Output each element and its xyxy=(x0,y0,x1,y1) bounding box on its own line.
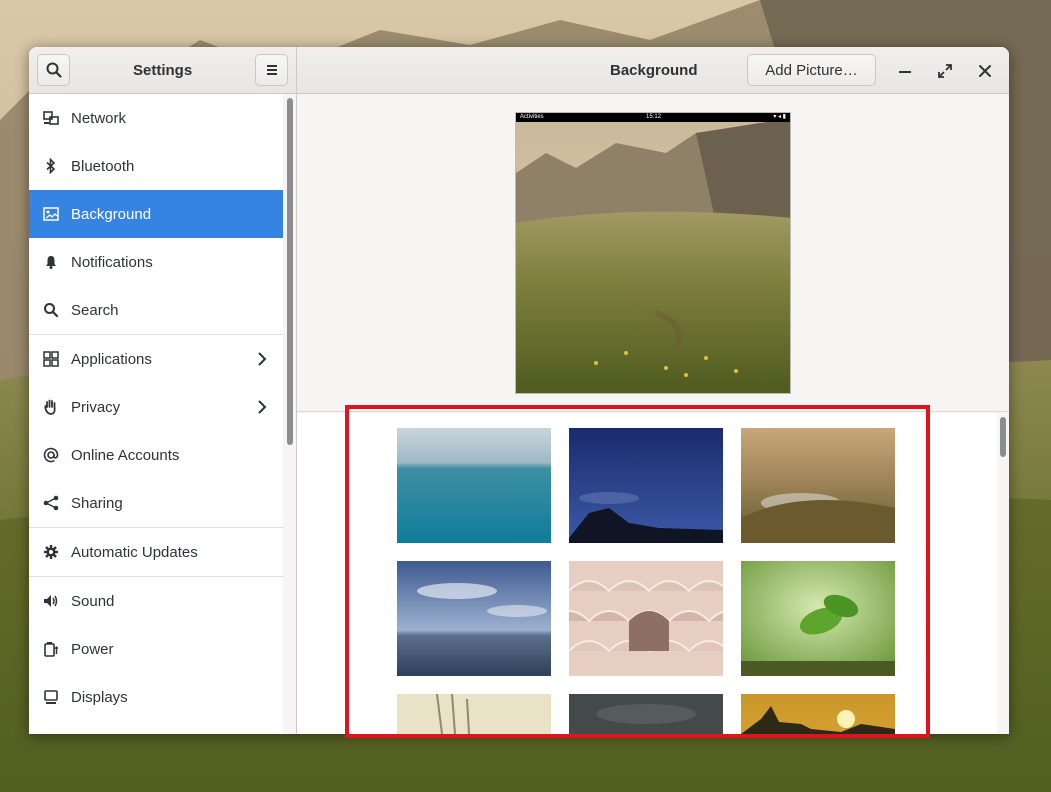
wallpaper-thumbnail[interactable] xyxy=(741,561,895,676)
preview-clock: 15:12 xyxy=(646,114,662,120)
sidebar-title: Settings xyxy=(133,62,193,79)
sidebar-item-sound[interactable]: Sound xyxy=(29,577,283,625)
menu-button[interactable] xyxy=(255,54,288,86)
sidebar-item-label: Privacy xyxy=(71,398,121,416)
sidebar-item-label: Online Accounts xyxy=(71,446,180,464)
sidebar-item-label: Sound xyxy=(71,592,115,610)
sidebar-item-label: Network xyxy=(71,109,127,127)
sidebar-item-label: Search xyxy=(71,301,119,319)
sidebar-item-label: Sharing xyxy=(71,494,123,512)
page-title: Background xyxy=(610,62,698,79)
speaker-icon xyxy=(43,593,59,609)
current-background-preview: Activities 15:12 ▾ ◂ ▮ xyxy=(515,112,791,394)
add-picture-button[interactable]: Add Picture… xyxy=(747,54,876,86)
sidebar-item-automatic-updates[interactable]: Automatic Updates xyxy=(29,528,283,576)
at-icon xyxy=(43,447,59,463)
gear-icon xyxy=(43,544,59,560)
sidebar-item-label: Notifications xyxy=(71,253,153,271)
bluetooth-icon xyxy=(43,158,59,174)
sidebar-item-sharing[interactable]: Sharing xyxy=(29,479,283,527)
wallpaper-thumbnail[interactable] xyxy=(741,694,895,734)
preview-area: Activities 15:12 ▾ ◂ ▮ xyxy=(297,94,1009,412)
sidebar-item-background[interactable]: Background xyxy=(29,190,283,238)
sidebar-item-label: Background xyxy=(71,205,152,223)
sidebar-item-notifications[interactable]: Notifications xyxy=(29,238,283,286)
chevron-right-icon xyxy=(258,400,267,414)
background-icon xyxy=(43,206,59,222)
search-icon xyxy=(43,302,59,318)
wallpaper-thumbnail[interactable] xyxy=(397,694,551,734)
maximize-icon xyxy=(938,64,952,78)
sidebar-item-label: Applications xyxy=(71,350,152,368)
sidebar-item-displays[interactable]: Displays xyxy=(29,673,283,721)
header-divider xyxy=(296,47,297,94)
sidebar-item-search[interactable]: Search xyxy=(29,286,283,334)
preview-activities-label: Activities xyxy=(520,114,544,120)
minimize-icon xyxy=(899,71,911,73)
sidebar-scrollbar-thumb[interactable] xyxy=(287,98,293,445)
hand-icon xyxy=(43,399,59,415)
wallpaper-thumbnail[interactable] xyxy=(397,561,551,676)
share-icon xyxy=(43,495,59,511)
sidebar-item-label: Bluetooth xyxy=(71,157,135,175)
sidebar-scrollbar[interactable] xyxy=(283,94,297,734)
wallpaper-thumbnail[interactable] xyxy=(569,428,723,543)
chevron-right-icon xyxy=(258,352,267,366)
sidebar: Network Bluetooth Background Notificatio… xyxy=(29,94,283,734)
header-bar: Settings Background Add Picture… xyxy=(29,47,1009,94)
gallery-scrollbar-thumb[interactable] xyxy=(1000,417,1006,457)
sidebar-item-power[interactable]: Power xyxy=(29,625,283,673)
sidebar-item-label: Automatic Updates xyxy=(71,543,198,561)
gallery-scrollbar[interactable] xyxy=(997,413,1009,734)
search-icon xyxy=(46,62,62,78)
wallpaper-thumbnail[interactable] xyxy=(397,428,551,543)
sidebar-item-privacy[interactable]: Privacy xyxy=(29,383,283,431)
settings-window: Settings Background Add Picture… Network… xyxy=(29,47,1009,734)
close-button[interactable] xyxy=(969,55,1001,87)
preview-status-icons: ▾ ◂ ▮ xyxy=(773,114,786,120)
network-icon xyxy=(43,110,59,126)
sidebar-item-bluetooth[interactable]: Bluetooth xyxy=(29,142,283,190)
wallpaper-thumbnail[interactable] xyxy=(569,694,723,734)
sidebar-item-applications[interactable]: Applications xyxy=(29,335,283,383)
sidebar-item-online-accounts[interactable]: Online Accounts xyxy=(29,431,283,479)
sidebar-item-network[interactable]: Network xyxy=(29,94,283,142)
background-panel: Activities 15:12 ▾ ◂ ▮ xyxy=(297,94,1009,734)
sidebar-item-label: Power xyxy=(71,640,114,658)
apps-grid-icon xyxy=(43,351,59,367)
hamburger-icon xyxy=(266,65,277,75)
preview-topbar: Activities 15:12 ▾ ◂ ▮ xyxy=(516,113,790,122)
power-icon xyxy=(43,641,59,657)
wallpaper-thumbnail[interactable] xyxy=(569,561,723,676)
close-icon xyxy=(979,65,991,77)
search-button[interactable] xyxy=(37,54,70,86)
preview-image xyxy=(516,113,790,393)
sidebar-item-label: Displays xyxy=(71,688,128,706)
display-icon xyxy=(43,689,59,705)
wallpaper-gallery xyxy=(297,413,997,734)
wallpaper-thumbnail[interactable] xyxy=(741,428,895,543)
maximize-button[interactable] xyxy=(929,55,961,87)
minimize-button[interactable] xyxy=(889,55,921,87)
bell-icon xyxy=(43,254,59,270)
